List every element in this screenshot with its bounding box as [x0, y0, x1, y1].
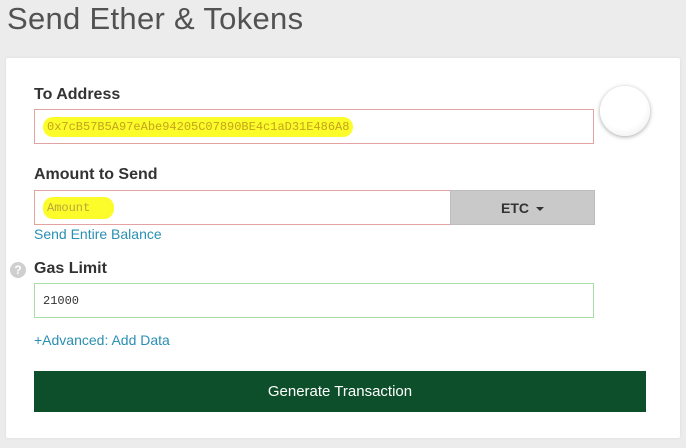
currency-dropdown[interactable]: ETC [450, 190, 595, 225]
address-identicon [600, 86, 650, 136]
to-address-value: 0x7cB57B5A97eAbe94205C07890BE4c1aD31E486… [47, 119, 350, 134]
generate-transaction-button[interactable]: Generate Transaction [34, 371, 646, 412]
amount-highlight: Amount [43, 196, 115, 219]
amount-placeholder: Amount [47, 200, 91, 215]
currency-label: ETC [501, 199, 529, 216]
send-entire-balance-link[interactable]: Send Entire Balance [34, 226, 162, 242]
amount-label: Amount to Send [34, 166, 158, 183]
gas-limit-input[interactable]: 21000 [34, 283, 594, 318]
advanced-add-data-link[interactable]: +Advanced: Add Data [34, 332, 170, 348]
to-address-input[interactable]: 0x7cB57B5A97eAbe94205C07890BE4c1aD31E486… [34, 109, 594, 144]
gas-limit-label: Gas Limit [34, 260, 107, 277]
gas-limit-value: 21000 [43, 293, 80, 308]
help-icon[interactable]: ? [10, 262, 26, 278]
page-title: Send Ether & Tokens [7, 1, 304, 36]
to-address-label: To Address [34, 86, 121, 103]
caret-down-icon [536, 206, 544, 211]
amount-input[interactable]: Amount [34, 190, 451, 225]
to-address-highlight: 0x7cB57B5A97eAbe94205C07890BE4c1aD31E486… [43, 116, 354, 137]
